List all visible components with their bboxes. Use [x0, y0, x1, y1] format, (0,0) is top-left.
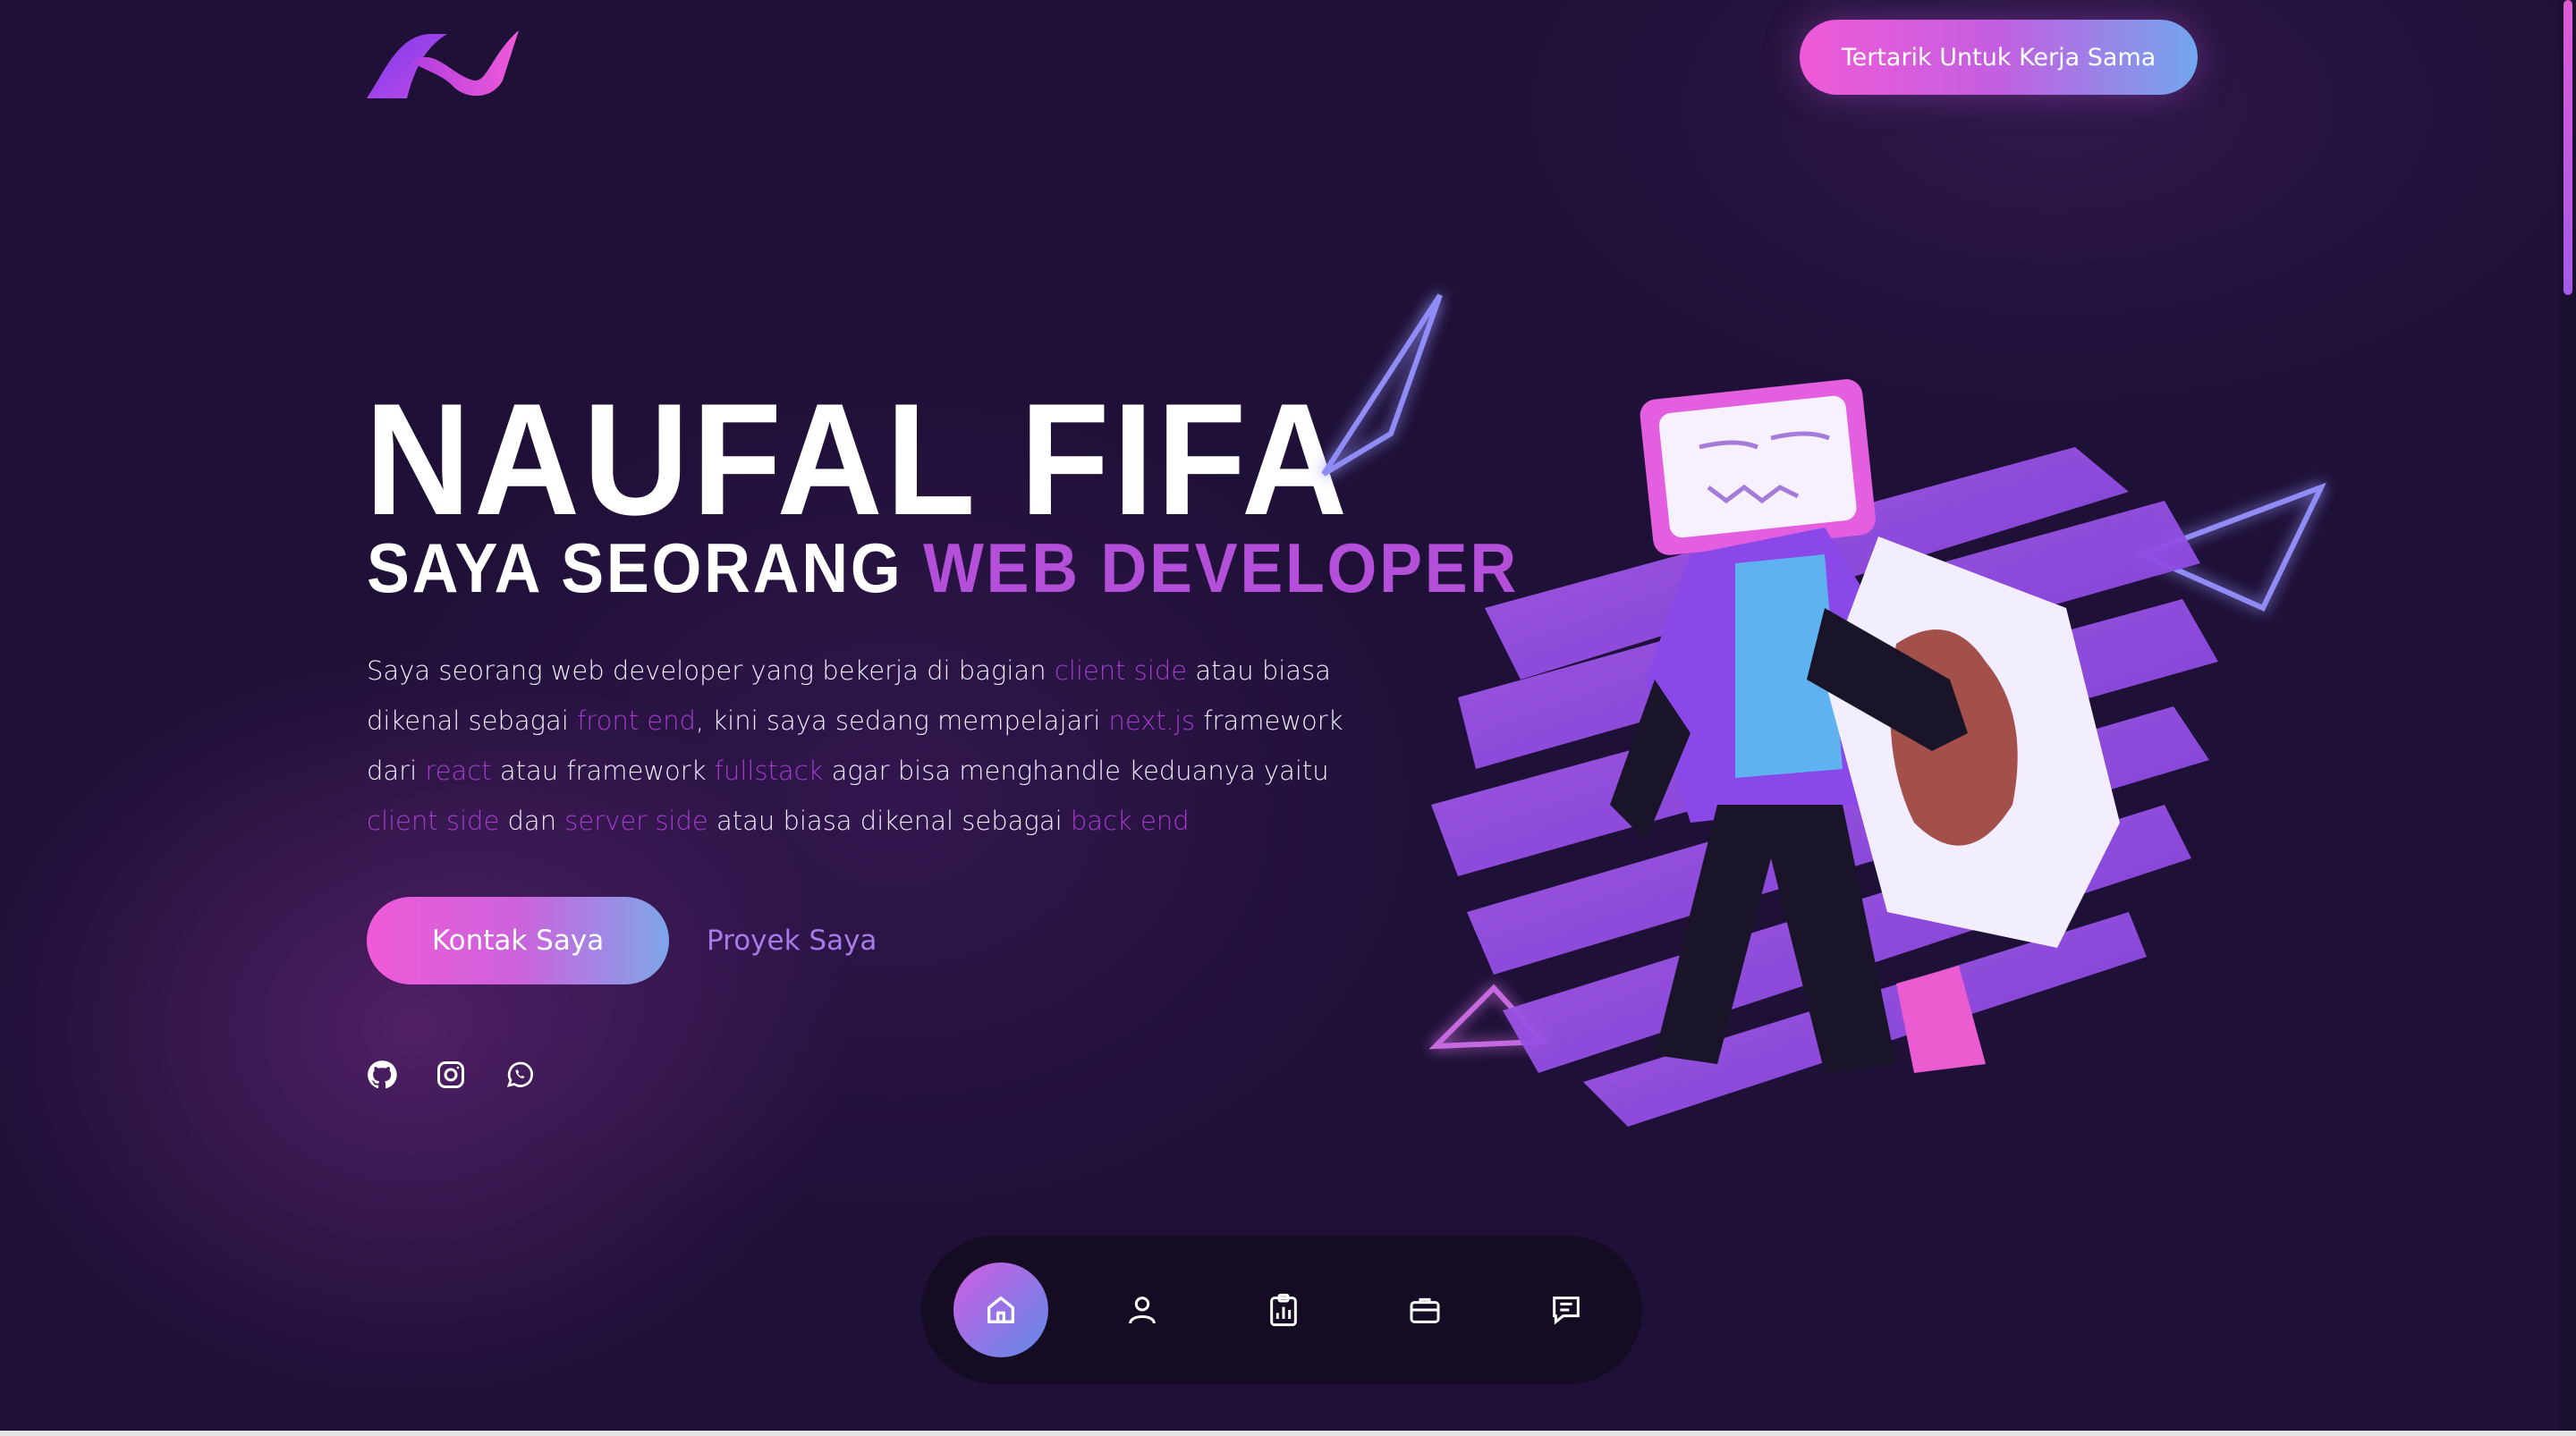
window-bottom-edge [0, 1431, 2576, 1436]
description-highlight: back end [1070, 806, 1190, 836]
hero-description: Saya seorang web developer yang bekerja … [367, 646, 1360, 846]
dock-about[interactable] [1095, 1263, 1190, 1357]
description-highlight: next.js [1108, 705, 1196, 736]
hero-illustration [1321, 293, 2326, 1127]
projects-link[interactable]: Proyek Saya [707, 921, 877, 960]
dock-contact[interactable] [1519, 1263, 1614, 1357]
dock-portfolio[interactable] [1377, 1263, 1472, 1357]
description-text: agar bisa menghandle keduanya yaitu [823, 756, 1329, 786]
logo[interactable] [367, 27, 523, 103]
description-highlight: client side [1054, 655, 1188, 686]
description-text: Saya seorang web developer yang bekerja … [367, 655, 1055, 686]
description-text: dan [499, 806, 565, 836]
scrollbar[interactable] [2560, 0, 2576, 1431]
collaborate-button[interactable]: Tertarik Untuk Kerja Sama [1800, 20, 2198, 95]
description-highlight: front end [577, 705, 696, 736]
home-icon [987, 1297, 1014, 1323]
briefcase-icon [1410, 1297, 1440, 1323]
instagram-icon[interactable] [435, 1059, 467, 1091]
page: Tertarik Untuk Kerja Sama NAUFAL FIFA SA… [0, 0, 2560, 1431]
github-icon[interactable] [366, 1059, 398, 1091]
clipboard-chart-icon [1270, 1293, 1297, 1327]
neon-triangle-top [1321, 293, 1443, 477]
contact-button[interactable]: Kontak Saya [367, 897, 669, 984]
description-highlight: server side [564, 806, 708, 836]
user-icon [1129, 1297, 1156, 1324]
description-text: atau framework [491, 756, 715, 786]
description-highlight: fullstack [714, 756, 824, 786]
scrollbar-thumb[interactable] [2563, 0, 2572, 295]
subtitle-prefix: SAYA SEORANG [367, 528, 924, 607]
whatsapp-icon[interactable] [504, 1059, 536, 1091]
chat-icon [1553, 1297, 1580, 1325]
description-highlight: react [425, 756, 492, 786]
dock-home[interactable] [953, 1263, 1048, 1357]
bottom-dock [921, 1236, 1642, 1384]
description-highlight: client side [367, 806, 500, 836]
description-text: atau biasa dikenal sebagai [708, 806, 1071, 836]
description-text: , kini saya sedang mempelajari [695, 705, 1109, 736]
hero-name: NAUFAL FIFA [365, 370, 1351, 548]
dock-skills[interactable] [1236, 1263, 1331, 1357]
